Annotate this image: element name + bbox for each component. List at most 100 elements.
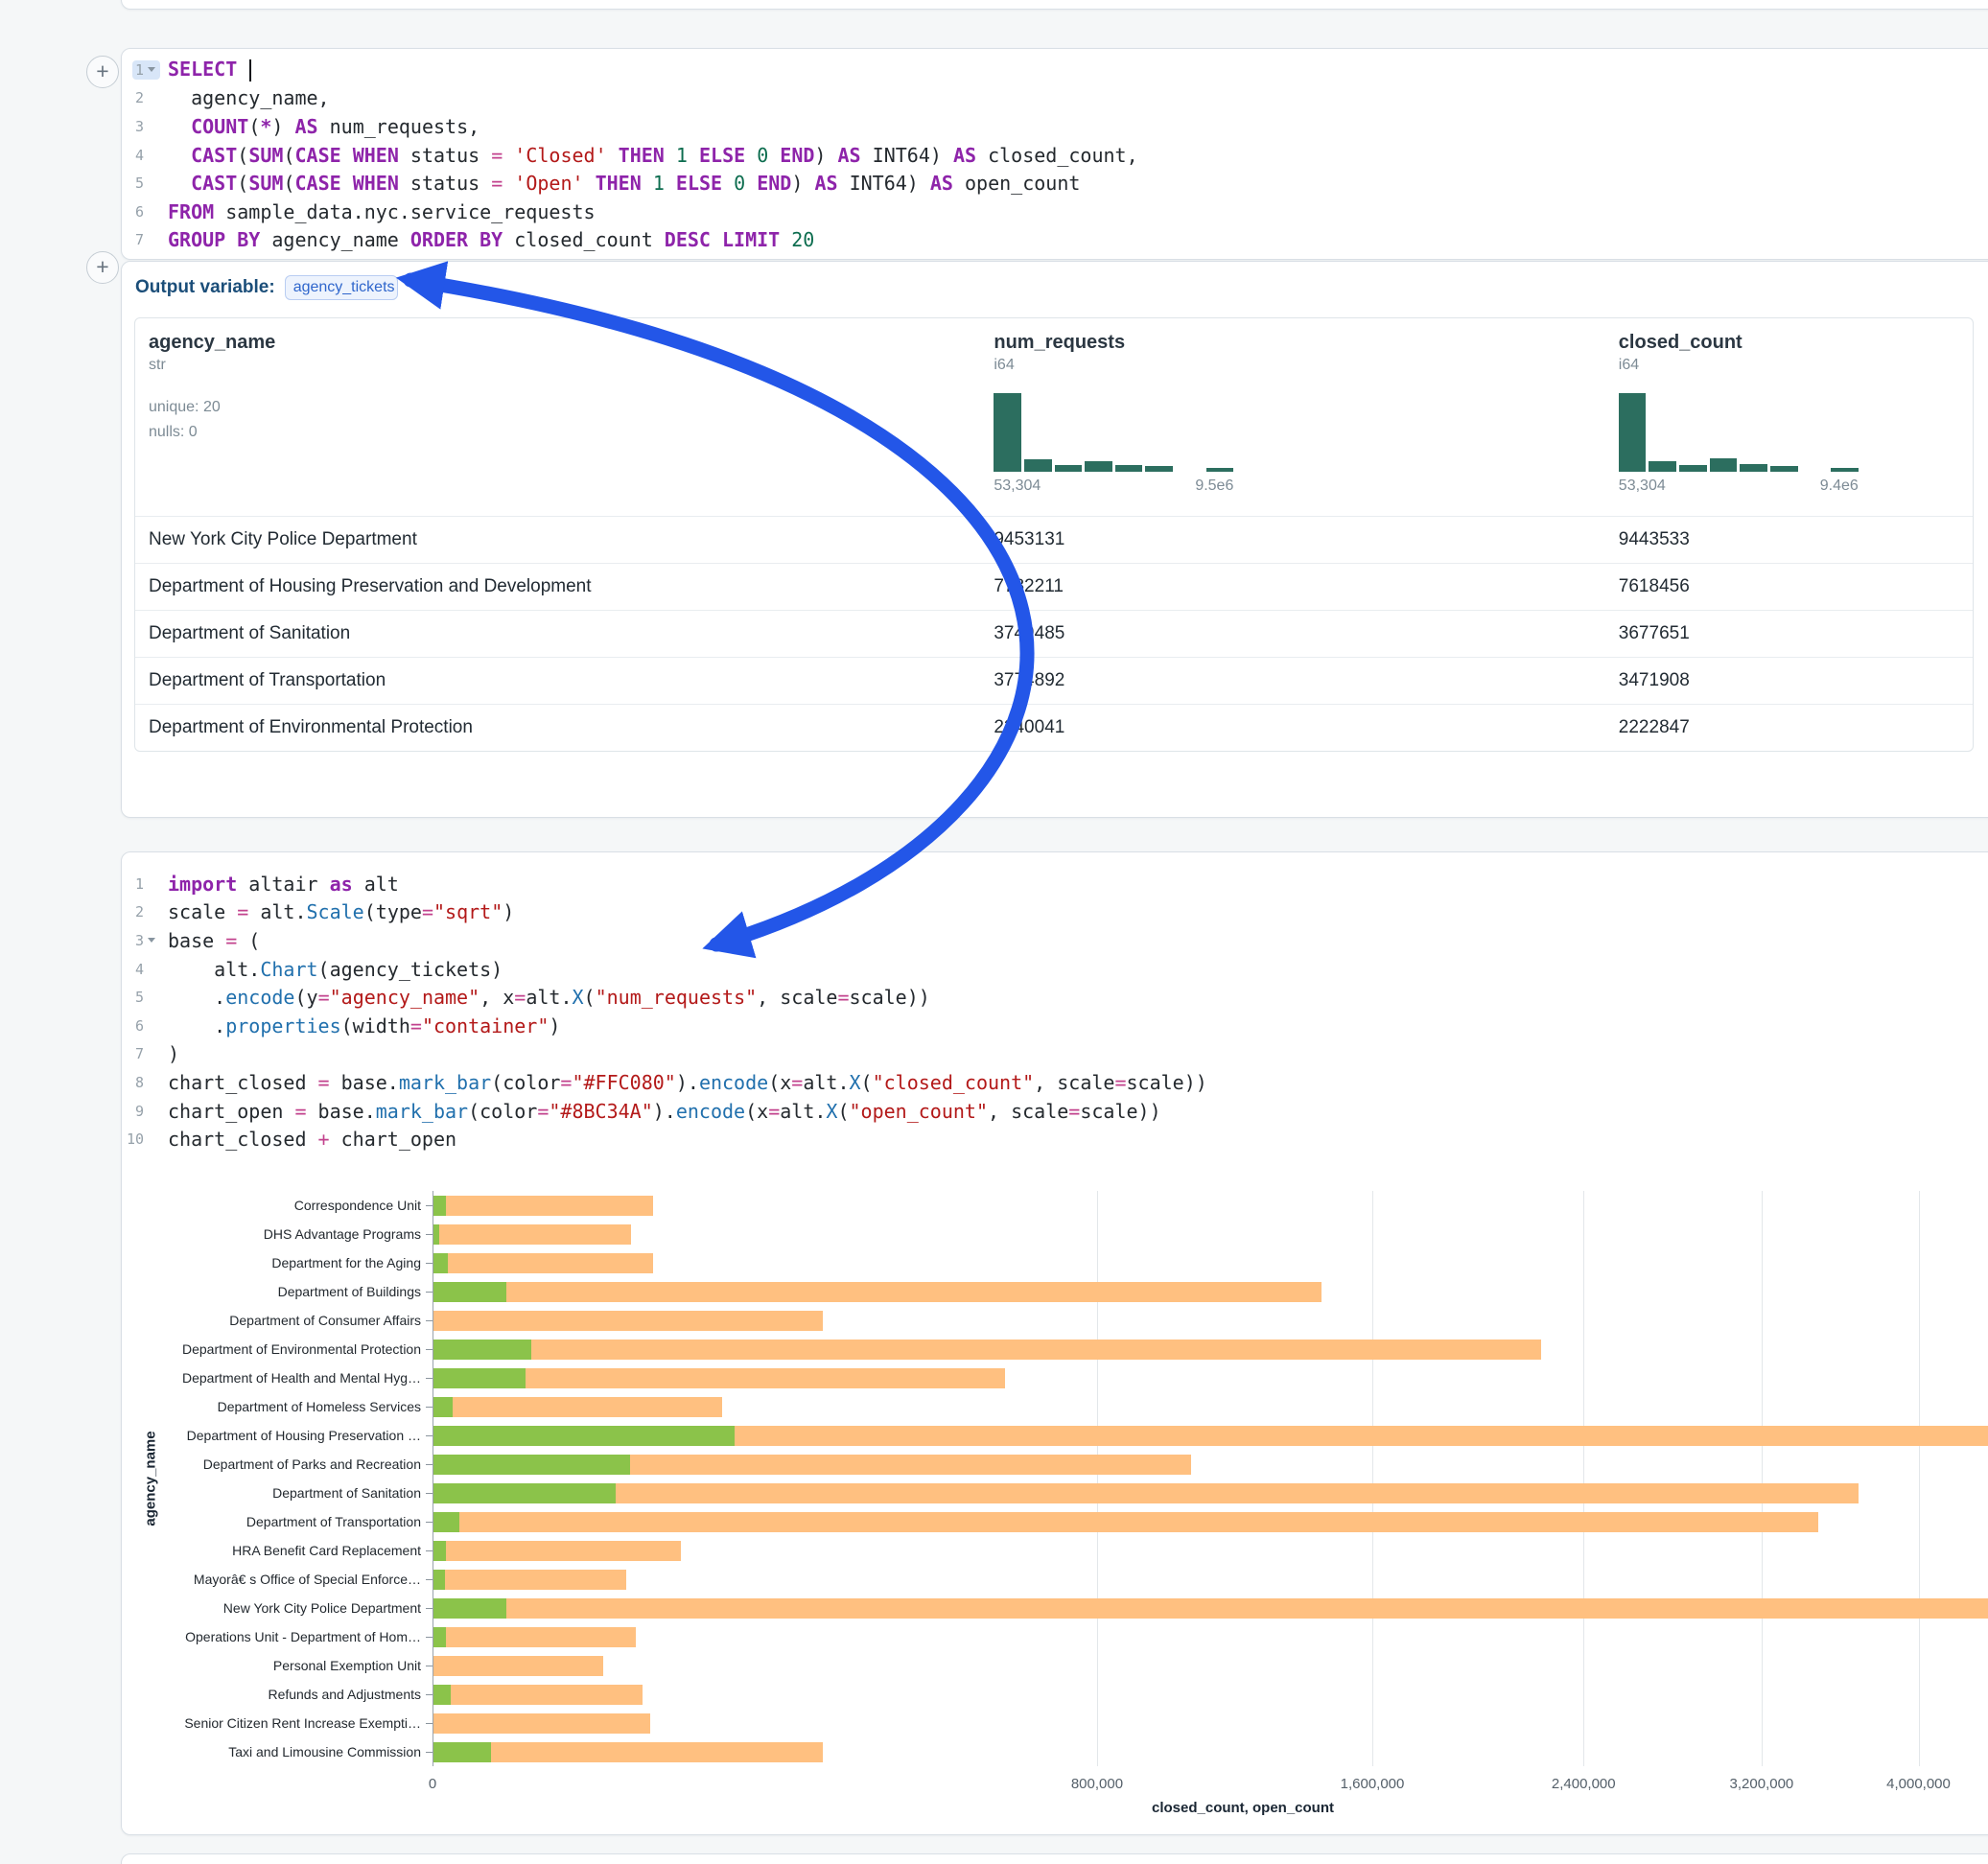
y-axis-label: Department of Sanitation <box>122 1484 421 1502</box>
code-token: ( <box>283 172 294 195</box>
y-axis-tick <box>426 1407 433 1408</box>
code-line[interactable]: 5 .encode(y="agency_name", x=alt.X("num_… <box>122 983 1988 1012</box>
bar-open-count <box>433 1368 526 1388</box>
line-number: 7 <box>135 1045 144 1062</box>
python-code-editor[interactable]: 1import altair as alt2scale = alt.Scale(… <box>122 870 1988 1153</box>
code-token: properties <box>225 1014 340 1037</box>
table-header-cell[interactable]: closed_counti6453,3049.4e6 <box>1605 318 1973 516</box>
bar-open-count <box>433 1541 446 1561</box>
line-number: 3 <box>135 932 144 949</box>
text-cursor <box>249 59 251 82</box>
code-token: alt. <box>168 958 260 981</box>
x-axis-label: 0 <box>365 1776 500 1792</box>
code-token: encode <box>676 1100 745 1123</box>
x-axis-label: 1,600,000 <box>1305 1776 1439 1792</box>
code-line[interactable]: 1import altair as alt <box>122 870 1988 898</box>
bar-open-count <box>433 1224 439 1245</box>
y-axis-label: Department of Homeless Services <box>122 1398 421 1415</box>
y-axis-label: HRA Benefit Card Replacement <box>122 1542 421 1559</box>
gutter-inner: 8 <box>132 1073 160 1092</box>
code-token: ( <box>283 144 294 167</box>
code-token: ). <box>676 1071 699 1094</box>
code-line[interactable]: 1SELECT <box>122 56 1988 84</box>
code-line[interactable]: 10chart_closed + chart_open <box>122 1125 1988 1153</box>
code-line[interactable]: 7GROUP BY agency_name ORDER BY closed_co… <box>122 226 1988 255</box>
gutter-inner: 6 <box>132 202 160 221</box>
code-token: "closed_count" <box>873 1071 1035 1094</box>
code-token <box>168 115 191 138</box>
code-text: CAST(SUM(CASE WHEN status = 'Open' THEN … <box>168 172 1080 195</box>
bar-open-count <box>433 1282 506 1302</box>
code-token: 1 <box>676 144 688 167</box>
code-token: alt. <box>780 1100 826 1123</box>
code-line[interactable]: 6FROM sample_data.nyc.service_requests <box>122 198 1988 226</box>
code-token <box>584 172 596 195</box>
column-type: str <box>149 357 980 374</box>
code-line[interactable]: 7) <box>122 1040 1988 1069</box>
table-row[interactable]: Department of Transportation377489234719… <box>135 657 1973 704</box>
y-axis-tick <box>426 1752 433 1753</box>
table-cell: 9453131 <box>980 529 1604 550</box>
code-token: LIMIT <box>722 228 780 251</box>
code-token: AS <box>814 172 837 195</box>
line-number-gutter: 7 <box>122 230 160 249</box>
code-token: = <box>837 986 849 1009</box>
column-histogram <box>1619 393 1859 472</box>
bar-closed-count <box>433 1742 823 1762</box>
code-token <box>341 172 353 195</box>
table-header-cell[interactable]: agency_namestrunique: 20nulls: 0 <box>135 318 980 516</box>
output-variable-row: Output variable: agency_tickets <box>122 262 1988 300</box>
code-token: ( <box>837 1100 849 1123</box>
line-number: 5 <box>135 175 144 192</box>
y-axis-label: Mayorâ€ s Office of Special Enforce… <box>122 1571 421 1588</box>
output-variable-pill[interactable]: agency_tickets <box>285 275 398 300</box>
table-row[interactable]: Department of Sanitation37494853677651 <box>135 610 1973 657</box>
line-number-gutter: 1 <box>122 60 160 80</box>
y-axis-tick <box>426 1292 433 1293</box>
code-line[interactable]: 9chart_open = base.mark_bar(color="#8BC3… <box>122 1097 1988 1126</box>
table-row[interactable]: Department of Environmental Protection22… <box>135 704 1973 751</box>
table-cell: 2222847 <box>1605 717 1973 738</box>
code-token: chart_open <box>168 1100 294 1123</box>
code-token: open_count <box>953 172 1080 195</box>
table-row[interactable]: New York City Police Department945313194… <box>135 516 1973 563</box>
code-token: CAST <box>191 144 237 167</box>
histogram-max: 9.4e6 <box>1820 478 1859 495</box>
y-axis-label: Correspondence Unit <box>122 1197 421 1214</box>
code-text: .properties(width="container") <box>168 1014 560 1037</box>
sql-code-editor[interactable]: 1SELECT 2 agency_name,3 COUNT(*) AS num_… <box>122 56 1988 254</box>
collapse-chevron-icon[interactable] <box>148 938 157 943</box>
code-token <box>665 172 676 195</box>
code-token <box>341 144 353 167</box>
code-line[interactable]: 6 .properties(width="container") <box>122 1012 1988 1040</box>
chart-gridline <box>1583 1191 1584 1766</box>
histogram-range: 53,3049.4e6 <box>1619 478 1859 495</box>
code-token: alt <box>353 873 399 896</box>
add-cell-button[interactable]: + <box>86 56 119 88</box>
add-cell-button[interactable]: + <box>86 251 119 284</box>
table-cell: 7782211 <box>980 576 1604 597</box>
code-line[interactable]: 8chart_closed = base.mark_bar(color="#FF… <box>122 1068 1988 1097</box>
code-line[interactable]: 2 agency_name, <box>122 84 1988 113</box>
code-token <box>745 172 757 195</box>
bar-open-count <box>433 1426 735 1446</box>
code-line[interactable]: 5 CAST(SUM(CASE WHEN status = 'Open' THE… <box>122 169 1988 198</box>
code-token: = <box>422 900 433 923</box>
x-axis-label: 4,000,000 <box>1852 1776 1986 1792</box>
code-line[interactable]: 3 COUNT(*) AS num_requests, <box>122 112 1988 141</box>
code-token <box>780 228 791 251</box>
code-token: ) <box>168 1042 179 1065</box>
table-header-cell[interactable]: num_requestsi6453,3049.5e6 <box>980 318 1604 516</box>
collapse-chevron-icon[interactable] <box>148 67 157 72</box>
code-token: 1 <box>653 172 665 195</box>
line-number: 8 <box>135 1074 144 1091</box>
code-line[interactable]: 2scale = alt.Scale(type="sqrt") <box>122 898 1988 927</box>
table-row[interactable]: Department of Housing Preservation and D… <box>135 563 1973 610</box>
bar-open-count <box>433 1340 531 1360</box>
code-token: (width <box>341 1014 410 1037</box>
code-line[interactable]: 4 alt.Chart(agency_tickets) <box>122 955 1988 984</box>
code-token: ( <box>248 115 260 138</box>
code-token <box>642 172 653 195</box>
code-line[interactable]: 4 CAST(SUM(CASE WHEN status = 'Closed' T… <box>122 141 1988 170</box>
code-line[interactable]: 3base = ( <box>122 926 1988 955</box>
